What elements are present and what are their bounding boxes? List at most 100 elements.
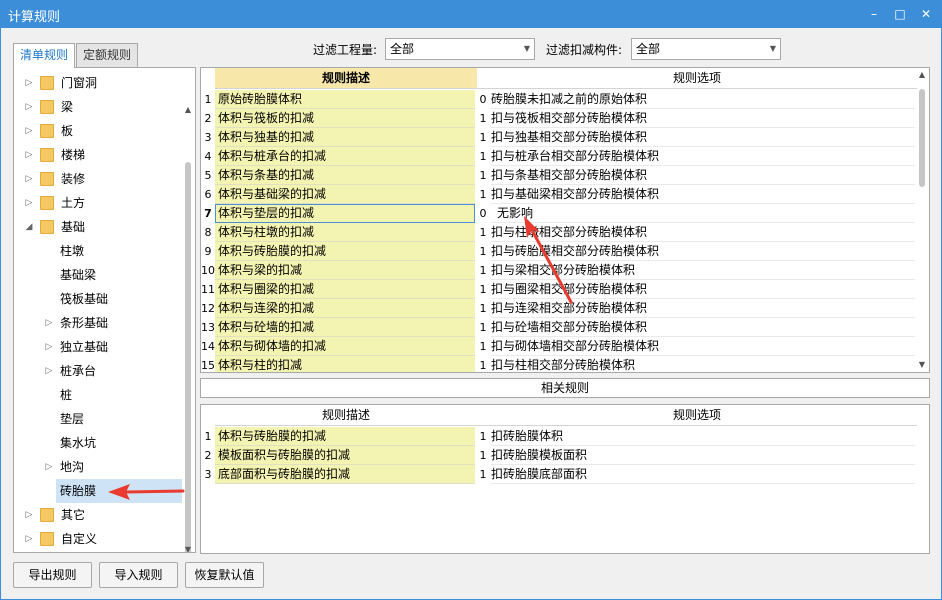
rule-description-cell[interactable]: 底部面积与砖胎膜的扣减 <box>215 465 475 484</box>
collapsed-caret-icon[interactable]: ▷ <box>24 167 34 191</box>
rule-description-cell[interactable]: 体积与圈梁的扣减 <box>215 280 475 299</box>
collapsed-caret-icon[interactable]: ▷ <box>24 191 34 215</box>
export-rules-button[interactable]: 导出规则 <box>13 562 92 588</box>
rule-description-cell[interactable]: 体积与桩承台的扣减 <box>215 147 475 166</box>
column-header-options[interactable]: 规则选项 <box>477 405 917 426</box>
rule-option-cell[interactable]: 扣与独基相交部分砖胎模体积 <box>491 128 915 147</box>
rule-description-cell[interactable]: 体积与柱墩的扣减 <box>215 223 475 242</box>
grid-scrollbar[interactable]: ▲ ▼ <box>916 69 928 371</box>
rule-option-cell[interactable]: 扣与砌体墙相交部分砖胎模体积 <box>491 337 915 356</box>
scroll-up-icon[interactable]: ▲ <box>916 69 928 81</box>
table-row[interactable]: 3 体积与独基的扣减 1 扣与独基相交部分砖胎模体积 <box>201 128 917 147</box>
minimize-button[interactable]: – <box>864 4 884 24</box>
rule-description-cell[interactable]: 体积与连梁的扣减 <box>215 299 475 318</box>
collapsed-caret-icon[interactable]: ▷ <box>24 143 34 167</box>
table-row[interactable]: 8 体积与柱墩的扣减 1 扣与柱墩相交部分砖胎模体积 <box>201 223 917 242</box>
rule-option-cell[interactable]: 扣与梁相交部分砖胎模体积 <box>491 261 915 280</box>
scroll-thumb[interactable] <box>185 162 191 552</box>
rule-option-cell[interactable]: 扣与砖胎膜相交部分砖胎模体积 <box>491 242 915 261</box>
table-row[interactable]: 10 体积与梁的扣减 1 扣与梁相交部分砖胎模体积 <box>201 261 917 280</box>
column-header-options[interactable]: 规则选项 <box>477 68 917 89</box>
table-row[interactable]: 1 原始砖胎膜体积 0 砖胎膜未扣减之前的原始体积 <box>201 90 917 109</box>
table-row[interactable]: 4 体积与桩承台的扣减 1 扣与桩承台相交部分砖胎模体积 <box>201 147 917 166</box>
tree-item[interactable]: ▷ 板 <box>14 119 182 143</box>
tab-quota-rules[interactable]: 定额规则 <box>76 43 139 67</box>
table-row[interactable]: 12 体积与连梁的扣减 1 扣与连梁相交部分砖胎模体积 <box>201 299 917 318</box>
rule-option-cell[interactable]: 砖胎膜未扣减之前的原始体积 <box>491 90 915 109</box>
rule-option-cell[interactable]: 扣与连梁相交部分砖胎模体积 <box>491 299 915 318</box>
table-row[interactable]: 13 体积与砼墙的扣减 1 扣与砼墙相交部分砖胎模体积 <box>201 318 917 337</box>
tree-item[interactable]: 桩 <box>14 383 182 407</box>
rule-option-cell[interactable]: 扣与筏板相交部分砖胎模体积 <box>491 109 915 128</box>
scroll-down-icon[interactable]: ▼ <box>916 359 928 371</box>
tree-item[interactable]: ▷ 条形基础 <box>14 311 182 335</box>
collapsed-caret-icon[interactable]: ▷ <box>44 455 54 479</box>
rule-option-cell[interactable]: 扣砖胎膜模板面积 <box>491 446 915 465</box>
column-header-description[interactable]: 规则描述 <box>215 405 477 426</box>
rule-description-cell[interactable]: 体积与砼墙的扣减 <box>215 318 475 337</box>
collapsed-caret-icon[interactable]: ▷ <box>44 335 54 359</box>
table-row[interactable]: 2 模板面积与砖胎膜的扣减 1 扣砖胎膜模板面积 <box>201 446 917 465</box>
tree-item[interactable]: 集水坑 <box>14 431 182 455</box>
rule-description-cell[interactable]: 体积与砖胎膜的扣减 <box>215 242 475 261</box>
table-row[interactable]: 11 体积与圈梁的扣减 1 扣与圈梁相交部分砖胎模体积 <box>201 280 917 299</box>
rule-option-cell[interactable]: 扣与基础梁相交部分砖胎模体积 <box>491 185 915 204</box>
collapsed-caret-icon[interactable]: ▷ <box>24 119 34 143</box>
rule-description-cell[interactable]: 体积与筏板的扣减 <box>215 109 475 128</box>
tree-item[interactable]: ◢ 基础 <box>14 215 182 239</box>
collapsed-caret-icon[interactable]: ▷ <box>24 71 34 95</box>
tree-item[interactable]: ▷ 装修 <box>14 167 182 191</box>
tree-item[interactable]: ▷ 门窗洞 <box>14 71 182 95</box>
rule-option-cell[interactable]: 扣与圈梁相交部分砖胎模体积 <box>491 280 915 299</box>
table-row[interactable]: 1 体积与砖胎膜的扣减 1 扣砖胎膜体积 <box>201 427 917 446</box>
maximize-button[interactable]: □ <box>890 4 910 24</box>
rule-option-cell[interactable]: 扣与桩承台相交部分砖胎模体积 <box>491 147 915 166</box>
filter-deduct-select[interactable]: 全部 ▼ <box>631 38 781 60</box>
rule-option-cell[interactable]: 无影响 <box>491 204 915 223</box>
tree-item[interactable]: ▷ 土方 <box>14 191 182 215</box>
rule-description-cell[interactable]: 模板面积与砖胎膜的扣减 <box>215 446 475 465</box>
tree-scrollbar[interactable]: ▲ ▼ <box>183 70 193 552</box>
rule-option-cell[interactable]: 扣砖胎膜体积 <box>491 427 915 446</box>
rule-description-cell[interactable]: 体积与垫层的扣减 <box>215 204 475 223</box>
rule-description-cell[interactable]: 体积与砖胎膜的扣减 <box>215 427 475 446</box>
scroll-thumb[interactable] <box>919 89 925 187</box>
tree-item[interactable]: 垫层 <box>14 407 182 431</box>
rule-description-cell[interactable]: 体积与基础梁的扣减 <box>215 185 475 204</box>
rule-option-cell[interactable]: 扣与柱墩相交部分砖胎模体积 <box>491 223 915 242</box>
table-row[interactable]: 15 体积与柱的扣减 1 扣与柱相交部分砖胎模体积 <box>201 356 917 372</box>
rule-description-cell[interactable]: 体积与砌体墙的扣减 <box>215 337 475 356</box>
tree-item[interactable]: 砖胎膜 <box>56 479 182 503</box>
rule-description-cell[interactable]: 原始砖胎膜体积 <box>215 90 475 109</box>
rule-option-cell[interactable]: 扣砖胎膜底部面积 <box>491 465 915 484</box>
expanded-caret-icon[interactable]: ◢ <box>24 215 34 239</box>
table-row[interactable]: 6 体积与基础梁的扣减 1 扣与基础梁相交部分砖胎模体积 <box>201 185 917 204</box>
tree-item[interactable]: 筏板基础 <box>14 287 182 311</box>
rule-option-cell[interactable]: 扣与条基相交部分砖胎模体积 <box>491 166 915 185</box>
collapsed-caret-icon[interactable]: ▷ <box>24 503 34 527</box>
tree-item[interactable]: ▷ 楼梯 <box>14 143 182 167</box>
table-row[interactable]: 3 底部面积与砖胎膜的扣减 1 扣砖胎膜底部面积 <box>201 465 917 484</box>
collapsed-caret-icon[interactable]: ▷ <box>44 359 54 383</box>
tree-item[interactable]: ▷ 自定义 <box>14 527 182 551</box>
tree-item[interactable]: 基础梁 <box>14 263 182 287</box>
rule-option-cell[interactable]: 扣与砼墙相交部分砖胎模体积 <box>491 318 915 337</box>
tree-item[interactable]: ▷ 地沟 <box>14 455 182 479</box>
tree-item[interactable]: ▷ 独立基础 <box>14 335 182 359</box>
collapsed-caret-icon[interactable]: ▷ <box>44 311 54 335</box>
close-button[interactable]: ✕ <box>916 4 936 24</box>
column-header-description[interactable]: 规则描述 <box>215 68 477 89</box>
tree-item[interactable]: 柱墩 <box>14 239 182 263</box>
tab-list-rules[interactable]: 清单规则 <box>13 43 76 68</box>
tree-item[interactable]: ▷ 其它 <box>14 503 182 527</box>
rule-description-cell[interactable]: 体积与独基的扣减 <box>215 128 475 147</box>
scroll-down-icon[interactable]: ▼ <box>183 544 193 552</box>
table-row[interactable]: 14 体积与砌体墙的扣减 1 扣与砌体墙相交部分砖胎模体积 <box>201 337 917 356</box>
table-row[interactable]: 2 体积与筏板的扣减 1 扣与筏板相交部分砖胎模体积 <box>201 109 917 128</box>
rule-description-cell[interactable]: 体积与条基的扣减 <box>215 166 475 185</box>
rule-description-cell[interactable]: 体积与柱的扣减 <box>215 356 475 372</box>
rule-option-cell[interactable]: 扣与柱相交部分砖胎模体积 <box>491 356 915 372</box>
import-rules-button[interactable]: 导入规则 <box>99 562 178 588</box>
collapsed-caret-icon[interactable]: ▷ <box>24 527 34 551</box>
tree-item[interactable]: ▷ 梁 <box>14 95 182 119</box>
